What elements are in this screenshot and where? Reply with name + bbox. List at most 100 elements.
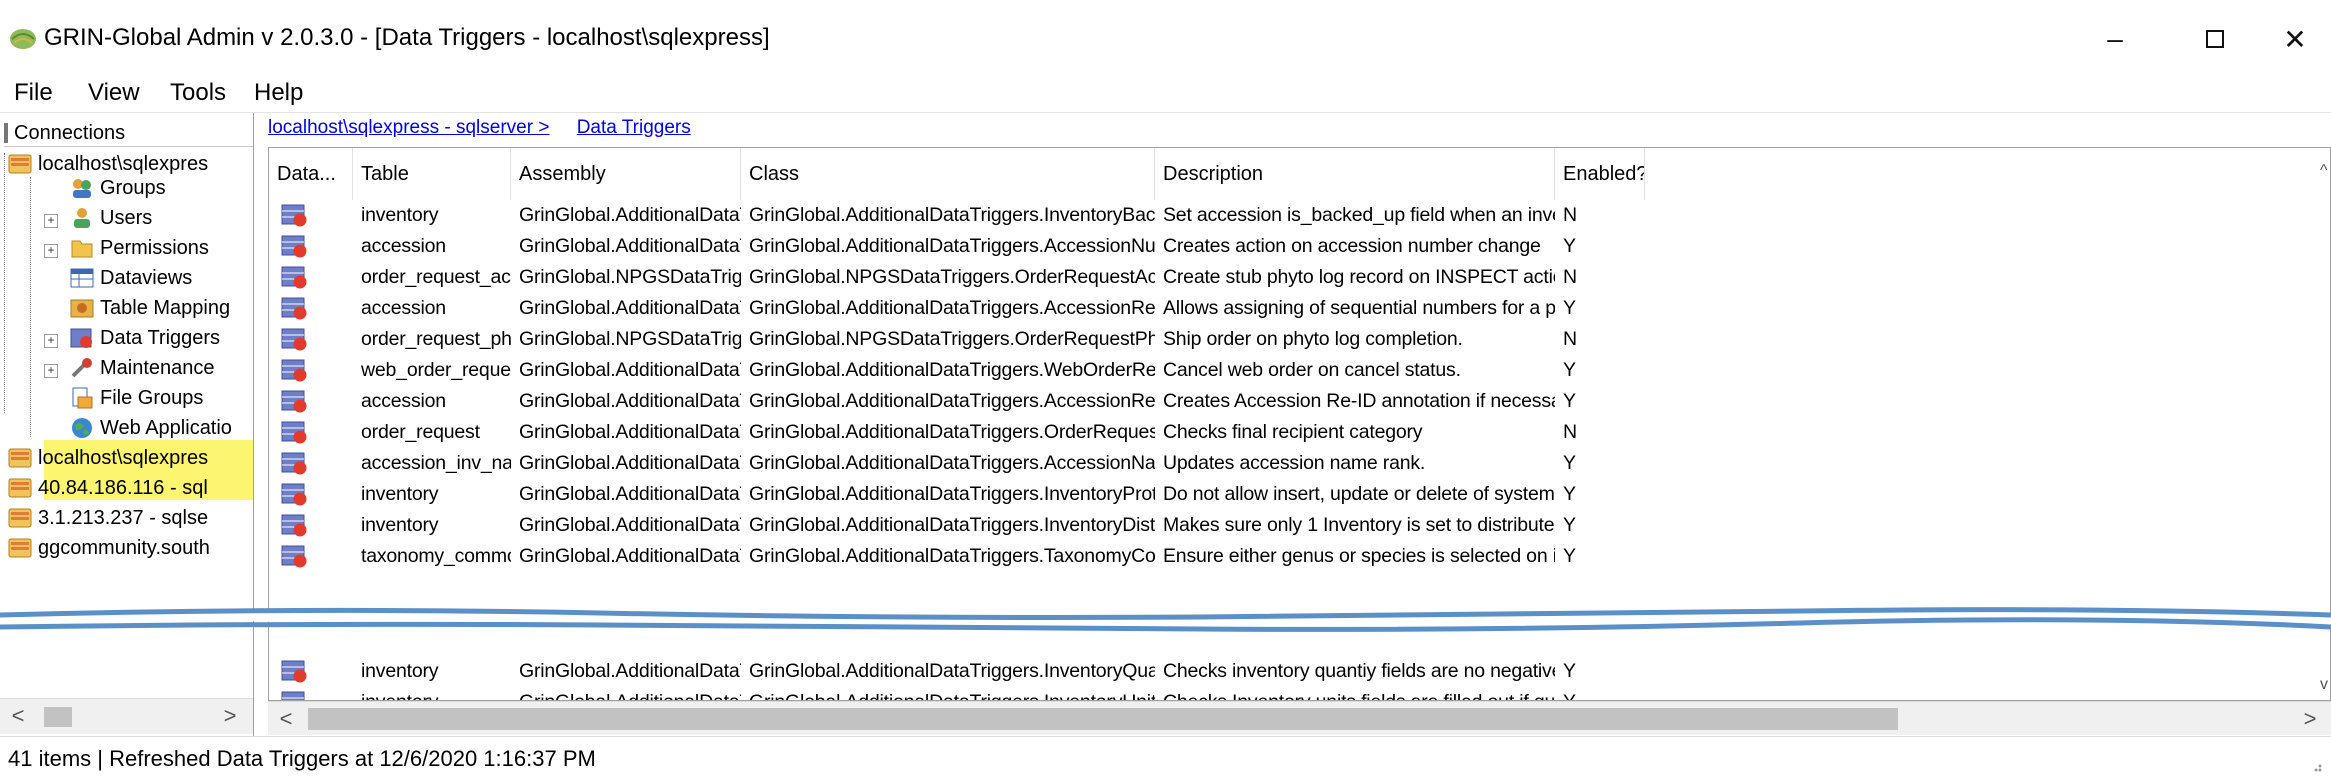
tree-label: Web Applicatio (100, 416, 232, 439)
minimize-button[interactable]: – (2080, 16, 2150, 62)
tree-item-file-groups[interactable]: File Groups (70, 383, 203, 413)
tree-item-web-application[interactable]: Web Applicatio (70, 413, 232, 443)
connections-tree[interactable]: Connections localhost\sqlexpres Groups +… (0, 113, 254, 736)
tree-item-table-mapping[interactable]: Table Mapping (70, 293, 230, 323)
menu-help[interactable]: Help (254, 79, 303, 107)
cell-table: inventory (353, 687, 511, 700)
cell-class: GrinGlobal.AdditionalDataTriggers.Taxono… (749, 545, 1155, 567)
data-trigger-icon (281, 235, 307, 258)
scroll-thumb[interactable] (44, 707, 72, 727)
scroll-right-icon[interactable]: > (212, 699, 248, 733)
cell-description: Creates action on accession number chang… (1163, 235, 1541, 257)
column-header-enabled[interactable]: Enabled? (1555, 148, 1645, 200)
tree-item-dataviews[interactable]: Dataviews (70, 263, 192, 293)
table-row[interactable]: accession GrinGlobal.AdditionalDataTrigge… (269, 293, 2330, 324)
title-bar: GRIN-Global Admin v 2.0.3.0 - [Data Trig… (0, 0, 2331, 75)
tree-label: File Groups (100, 386, 204, 409)
tree-item-ggcommunity[interactable]: ggcommunity.south (8, 533, 210, 563)
tree-item-server-3[interactable]: 3.1.213.237 - sqlse (8, 503, 208, 533)
table-row[interactable]: accession GrinGlobal.AdditionalDataTrigge… (269, 231, 2330, 262)
sidebar-horizontal-scrollbar[interactable]: < > (0, 698, 253, 734)
cell-description: Makes sure only 1 Inventory is set to di… (1163, 514, 1555, 536)
groups-icon (73, 179, 91, 198)
close-button[interactable]: ✕ (2260, 16, 2330, 62)
expand-maintenance[interactable]: + (44, 364, 58, 378)
tree-item-maintenance[interactable]: Maintenance (70, 353, 215, 383)
cell-enabled: N (1563, 328, 1577, 350)
data-trigger-icon (281, 328, 307, 351)
data-trigger-icon (281, 483, 307, 506)
data-triggers-grid[interactable]: Data... Table Assembly Class Description… (268, 147, 2331, 701)
cell-assembly: GrinGlobal.AdditionalDataTriggers (519, 483, 741, 505)
cell-class: GrinGlobal.NPGSDataTriggers.OrderRequest… (749, 266, 1155, 288)
cell-description: Set accession is_backed_up field when an… (1163, 204, 1555, 226)
tree-label: Dataviews (100, 266, 193, 289)
maintenance-icon (71, 358, 92, 378)
cell-assembly: GrinGlobal.AdditionalDataTriggers (519, 545, 741, 567)
cell-assembly: GrinGlobal.NPGSDataTriggers (519, 328, 741, 350)
resize-grip-icon[interactable] (2307, 757, 2323, 773)
expand-permissions[interactable]: + (44, 244, 58, 258)
tree-item-users[interactable]: Users (70, 203, 152, 233)
database-icon (8, 508, 32, 528)
tree-label: Table Mapping (100, 296, 231, 319)
data-trigger-icon (281, 390, 307, 413)
maximize-button[interactable] (2180, 16, 2250, 62)
cell-enabled: Y (1563, 359, 1576, 381)
app-icon (10, 29, 36, 49)
table-row[interactable]: inventoryGrinGlobal.AdditionalDataTrigge… (269, 656, 2330, 687)
table-row[interactable]: order_request_phyto... GrinGlobal.NPGSDat… (269, 324, 2330, 355)
table-row[interactable]: inventoryGrinGlobal.AdditionalDataTrigge… (269, 510, 2330, 541)
table-row[interactable]: web_order_request GrinGlobal.AdditionalDa… (269, 355, 2330, 386)
menu-view[interactable]: View (88, 79, 140, 107)
table-row[interactable]: inventory GrinGlobal.AdditionalDataTrigge… (269, 479, 2330, 510)
tree-item-localhost-2[interactable]: localhost\sqlexpres (8, 443, 208, 473)
grid-vertical-scrollbar[interactable]: ^ v (2320, 148, 2330, 700)
scroll-down-icon[interactable]: v (2320, 676, 2328, 694)
breadcrumb-connection[interactable]: localhost\sqlexpress - sqlserver > (268, 117, 549, 138)
scroll-left-icon[interactable]: < (268, 702, 304, 736)
menu-file[interactable]: File (14, 79, 53, 107)
table-row[interactable]: taxonomy_common_... GrinGlobal.Additional… (269, 541, 2330, 572)
table-row[interactable]: order_request GrinGlobal.AdditionalDataTr… (269, 417, 2330, 448)
menu-tools[interactable]: Tools (170, 79, 226, 107)
expand-data-triggers[interactable]: + (44, 334, 58, 348)
cell-table: order_request_action (361, 266, 511, 288)
column-header-class[interactable]: Class (741, 148, 1155, 200)
scroll-left-icon[interactable]: < (0, 699, 36, 733)
expand-users[interactable]: + (44, 214, 58, 228)
scroll-up-icon[interactable]: ^ (2320, 162, 2328, 180)
tree-item-data-triggers[interactable]: Data Triggers (70, 323, 220, 353)
cell-assembly: GrinGlobal.AdditionalDataTriggers (519, 204, 741, 226)
cell-class: GrinGlobal.AdditionalDataTriggers.Access… (749, 297, 1155, 319)
tree-item-permissions[interactable]: Permissions (70, 233, 209, 263)
table-row[interactable]: inventoryGrinGlobal.AdditionalDataTrigge… (269, 200, 2330, 231)
permissions-icon (71, 240, 93, 258)
column-header-table[interactable]: Table (353, 148, 511, 200)
cell-table: accession (361, 297, 446, 319)
data-trigger-icon (281, 204, 307, 227)
breadcrumb-data-triggers[interactable]: Data Triggers (577, 117, 691, 138)
tree-item-groups[interactable]: Groups (70, 173, 166, 203)
cell-class: GrinGlobal.AdditionalDataTriggers.Invent… (749, 514, 1155, 536)
column-header-assembly[interactable]: Assembly (511, 148, 741, 200)
cell-table: inventory (361, 483, 439, 505)
table-row[interactable]: inventoryGrinGlobal.AdditionalDataTrigge… (269, 687, 2330, 700)
cell-assembly: GrinGlobal.AdditionalDataTriggers (519, 235, 741, 257)
table-row[interactable]: accession GrinGlobal.AdditionalDataTrigge… (269, 386, 2330, 417)
cell-description: Checks inventory quantiy fields are no n… (1163, 660, 1555, 682)
grid-horizontal-scrollbar[interactable]: < > (268, 701, 2331, 735)
column-header-data[interactable]: Data... (269, 148, 353, 200)
column-header-description[interactable]: Description (1155, 148, 1555, 200)
table-row[interactable]: accession_inv_name GrinGlobal.AdditionalD… (269, 448, 2330, 479)
table-row[interactable]: order_request_action GrinGlobal.NPGSDataT… (269, 262, 2330, 293)
database-icon (8, 448, 32, 468)
tree-label: Data Triggers (100, 326, 221, 349)
tree-item-server-40[interactable]: 40.84.186.116 - sql (8, 473, 208, 503)
cell-enabled: Y (1563, 235, 1576, 257)
scroll-right-icon[interactable]: > (2292, 702, 2328, 736)
cell-class: GrinGlobal.AdditionalDataTriggers.Access… (749, 390, 1155, 412)
maximize-icon (2206, 30, 2224, 48)
scroll-thumb[interactable] (308, 708, 1898, 730)
cell-class: GrinGlobal.NPGSDataTriggers.OrderRequest… (749, 328, 1155, 350)
